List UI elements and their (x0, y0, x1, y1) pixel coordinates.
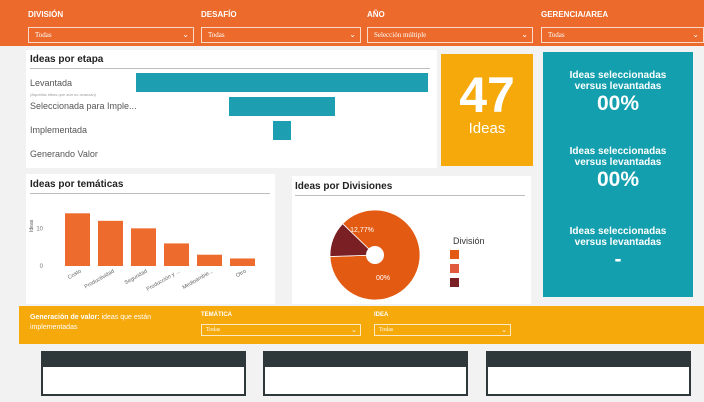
themes-title: Ideas por temáticas (30, 179, 124, 190)
stage-sublabel: (Aquellas ideas que aún no avanzan) (30, 92, 97, 97)
stage-label-implementada: Implementada (30, 125, 88, 135)
total-ideas-kpi: 47 Ideas (441, 54, 533, 166)
filter-title: AÑO (367, 10, 385, 19)
gerencia-select[interactable]: Todas ⌄ (541, 27, 704, 43)
kpi-number: 47 (459, 67, 515, 123)
ratio-label: Ideas seleccionadas versus levantadas (569, 146, 667, 168)
funnel-bar (273, 121, 291, 140)
ratio-block: Ideas seleccionadas versus levantadas 00… (543, 146, 693, 192)
ratio-block: Ideas seleccionadas versus levantadas - (543, 226, 693, 272)
band-title-bold: Generación de valor: (30, 314, 100, 321)
chevron-down-icon: ⌄ (501, 326, 507, 334)
stage-label-levantada: Levantada (30, 78, 73, 88)
value-generation-band: Generación de valor: ideas que están imp… (19, 306, 704, 344)
idea-filter-title: IDEA (374, 312, 389, 318)
select-value: Todas (379, 327, 394, 333)
filter-bar: DIVISIÓN Todas ⌄ DESAFÍO Todas ⌄ AÑO Sel… (0, 0, 704, 46)
card-header (43, 353, 244, 367)
funnel-bar (229, 97, 335, 116)
funnel-bar (136, 73, 428, 92)
ratio-label: Ideas seleccionadas versus levantadas (569, 226, 667, 248)
filter-title: DIVISIÓN (28, 10, 64, 19)
stage-label-seleccionada: Seleccionada para Imple... (30, 101, 137, 111)
division-select[interactable]: Todas ⌄ (28, 27, 194, 43)
ratio-label: Ideas seleccionadas versus levantadas (569, 70, 667, 92)
legend-swatch (450, 264, 459, 273)
anio-select[interactable]: Selección múltiple ⌄ (367, 27, 533, 43)
tematica-filter-title: TEMÁTICA (201, 312, 232, 318)
ratio-value: - (614, 248, 622, 271)
card-header (265, 353, 466, 367)
select-value: Selección múltiple (374, 31, 427, 39)
ratio-value: 00% (596, 92, 640, 115)
stage-label-generando-valor: Generando Valor (30, 149, 98, 159)
chevron-down-icon: ⌄ (351, 326, 357, 334)
chevron-down-icon: ⌄ (182, 30, 189, 39)
title-divider (30, 68, 430, 69)
funnel-title: Ideas por etapa (30, 54, 104, 65)
title-divider (30, 193, 270, 194)
band-title: Generación de valor: ideas que están imp… (30, 313, 195, 333)
filter-title: DESAFÍO (201, 10, 237, 19)
select-value: Todas (206, 327, 221, 333)
idea-select[interactable]: Todas ⌄ (374, 324, 511, 336)
ratio-block: Ideas seleccionadas versus levantadas 00… (543, 70, 693, 116)
legend-title: División (453, 236, 485, 246)
tematica-select[interactable]: Todas ⌄ (201, 324, 361, 336)
chevron-down-icon: ⌄ (349, 30, 356, 39)
select-value: Todas (35, 31, 52, 39)
value-card (263, 351, 468, 396)
ratios-card: Ideas seleccionadas versus levantadas 00… (543, 52, 693, 297)
desafio-select[interactable]: Todas ⌄ (201, 27, 361, 43)
select-value: Todas (208, 31, 225, 39)
filter-title: GERENCIA/AREA (541, 10, 609, 19)
title-divider (295, 195, 525, 196)
divisions-title: Ideas por Divisiones (295, 181, 393, 192)
chevron-down-icon: ⌄ (692, 30, 699, 39)
card-header (488, 353, 689, 367)
legend-swatch (450, 250, 459, 259)
select-value: Todas (548, 31, 565, 39)
ratio-value: 00% (596, 168, 640, 191)
chevron-down-icon: ⌄ (521, 30, 528, 39)
value-card (41, 351, 246, 396)
kpi-unit: Ideas (468, 120, 506, 137)
value-card (486, 351, 691, 396)
legend-swatch (450, 278, 459, 287)
